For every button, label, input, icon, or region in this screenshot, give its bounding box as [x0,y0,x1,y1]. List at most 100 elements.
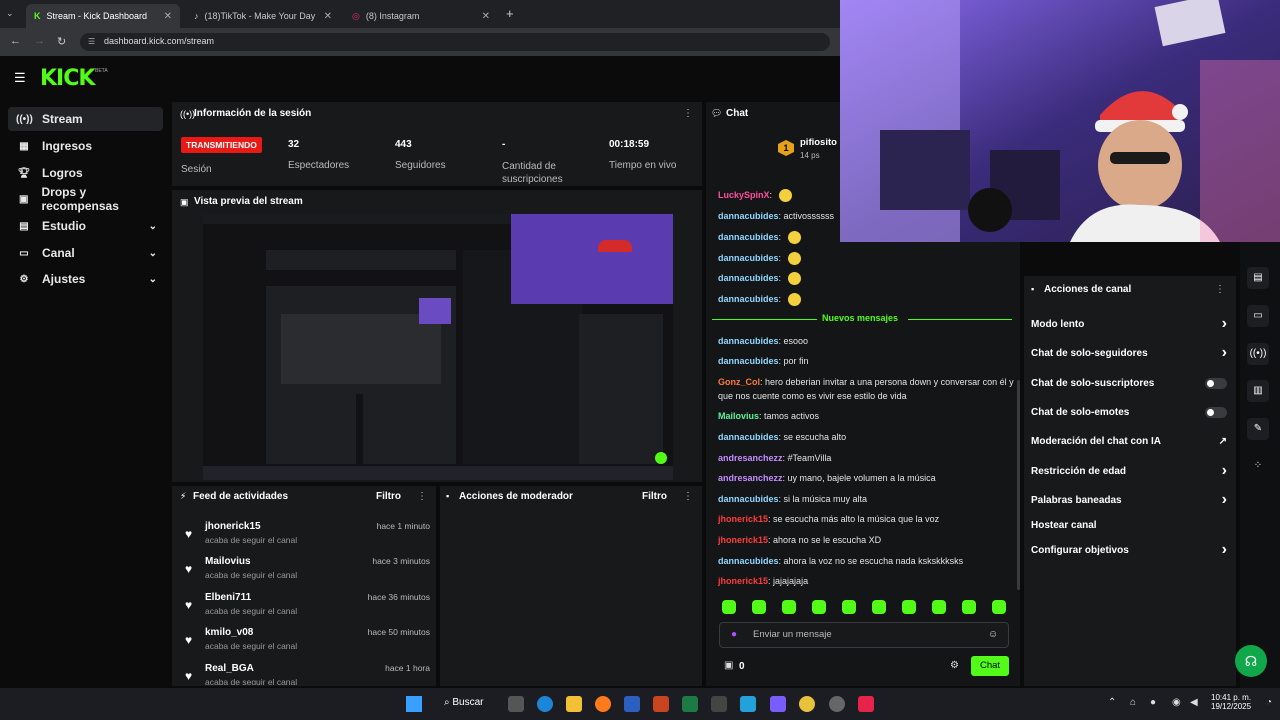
emote-icon[interactable] [812,600,826,614]
channel-action-item[interactable]: Modo lento › [1031,315,1227,337]
toggle-switch[interactable] [1205,378,1227,389]
word-icon[interactable] [624,696,640,712]
chat-username[interactable]: dannacubides [718,232,779,242]
site-info-icon[interactable]: ☰ [88,37,95,46]
emote-icon[interactable] [992,600,1006,614]
layout-icon[interactable]: ▥ [1247,380,1269,402]
chat-message-input[interactable]: Enviar un mensaje [719,622,1009,648]
microphone-icon[interactable]: ● [1150,697,1156,708]
close-icon[interactable]: ✕ [482,11,490,22]
chat-username[interactable]: Gonz_Col [718,377,760,387]
chat-username[interactable]: Mailovius [718,411,759,421]
close-icon[interactable]: ✕ [324,11,332,22]
toggle-switch[interactable] [1205,407,1227,418]
chat-username[interactable]: dannacubides [718,253,779,263]
tiktok-icon[interactable] [858,696,874,712]
chat-username[interactable]: dannacubides [718,336,779,346]
top-user-name[interactable]: pifiosito [800,137,837,148]
volume-icon[interactable]: ◀ [1190,697,1198,708]
channel-action-item[interactable]: Chat de solo-suscriptores [1031,378,1227,396]
more-options-icon[interactable]: ⋮ [1215,284,1225,295]
feed-filter-button[interactable]: Filtro [376,491,401,502]
close-icon[interactable]: ✕ [164,11,172,22]
chat-username[interactable]: LuckySpinX [718,190,770,200]
reload-icon[interactable]: ↻ [57,35,66,48]
file-explorer-icon[interactable] [566,696,582,712]
chat-settings-icon[interactable]: ⚙ [950,660,959,671]
emoji-icon[interactable]: ☺ [988,629,998,640]
emote-icon[interactable] [872,600,886,614]
app-icon[interactable] [711,696,727,712]
gift-icon[interactable]: ▣ [724,660,733,671]
drag-icon[interactable]: ⁘ [1247,455,1269,477]
microphone-icon[interactable]: ● [731,629,737,640]
chat-username[interactable]: dannacubides [718,294,779,304]
sidebar-item-stream[interactable]: ((•)) Stream [8,107,163,131]
edge-icon[interactable] [537,696,553,712]
more-options-icon[interactable]: ⋮ [417,491,427,502]
new-tab-icon[interactable]: + [506,6,514,21]
app-icon[interactable] [740,696,756,712]
channel-action-item[interactable]: Hostear canal [1031,520,1227,538]
emote-icon[interactable] [842,600,856,614]
chat-username[interactable]: dannacubides [718,211,779,221]
chat-scrollbar[interactable] [1017,380,1020,590]
channel-action-item[interactable]: Configurar objetivos › [1031,541,1227,563]
chat-icon[interactable]: ▭ [1247,305,1269,327]
channel-action-item[interactable]: Restricción de edad › [1031,462,1227,484]
moderator-filter-button[interactable]: Filtro [642,491,667,502]
chat-username[interactable]: andresanchezz [718,473,783,483]
emote-icon[interactable] [902,600,916,614]
chrome-icon[interactable] [799,696,815,712]
more-options-icon[interactable]: ⋮ [683,491,693,502]
chat-username[interactable]: jhonerick15 [718,576,768,586]
excel-icon[interactable] [682,696,698,712]
wrench-icon[interactable]: ✎ [1247,418,1269,440]
network-icon[interactable]: ⌂ [1130,697,1136,708]
chat-username[interactable]: dannacubides [718,273,779,283]
sidebar-item-canal[interactable]: ▭ Canal ⌄ [8,241,163,265]
obs-icon[interactable] [829,696,845,712]
discord-icon[interactable] [770,696,786,712]
back-icon[interactable]: ← [10,35,21,47]
channel-action-item[interactable]: Moderación del chat con IA ↗ [1031,436,1227,454]
taskbar-clock[interactable]: 10:41 p. m. 19/12/2025 [1211,693,1251,711]
chat-username[interactable]: dannacubides [718,432,779,442]
sidebar-item-drops[interactable]: ▣ Drops y recompensas [8,185,163,213]
kick-logo[interactable]: KICK [40,66,95,91]
chat-username[interactable]: jhonerick15 [718,514,768,524]
url-field[interactable]: dashboard.kick.com/stream [80,33,830,51]
sidebar-item-logros[interactable]: 🏆︎ Logros [8,161,163,185]
notifications-icon[interactable]: ◔ [1266,697,1272,708]
broadcast-icon[interactable]: ((•)) [1247,343,1269,365]
wifi-icon[interactable]: ◉ [1172,697,1181,708]
tab-list-icon[interactable]: ⌄ [6,8,14,19]
forward-icon[interactable]: → [34,35,45,47]
windows-start-icon[interactable] [406,696,422,712]
powerpoint-icon[interactable] [653,696,669,712]
task-view-icon[interactable] [508,696,524,712]
taskbar-search[interactable]: ⌕ Buscar [444,697,484,708]
emote-icon[interactable] [782,600,796,614]
notes-icon[interactable]: ▤ [1247,267,1269,289]
emote-icon[interactable] [722,600,736,614]
send-chat-button[interactable]: Chat [971,656,1009,676]
emote-icon[interactable] [932,600,946,614]
emote-icon[interactable] [752,600,766,614]
sidebar-item-ajustes[interactable]: ⚙ Ajustes ⌄ [8,267,163,291]
tray-overflow-icon[interactable]: ⌃ [1108,697,1116,708]
sidebar-item-ingresos[interactable]: ▦ Ingresos [8,134,163,158]
emote-icon[interactable] [962,600,976,614]
menu-icon[interactable]: ☰ [14,70,26,86]
tab-instagram[interactable]: ◎ (8) Instagram ✕ [344,4,498,28]
chat-username[interactable]: dannacubides [718,494,779,504]
tab-kick-dashboard[interactable]: K Stream - Kick Dashboard ✕ [26,4,180,28]
chat-username[interactable]: dannacubides [718,356,779,366]
stream-preview-video[interactable] [203,214,673,480]
tab-tiktok[interactable]: ♪ (18)TikTok - Make Your Day ✕ [186,4,340,28]
channel-action-item[interactable]: Palabras baneadas › [1031,491,1227,513]
sidebar-item-estudio[interactable]: ▤ Estudio ⌄ [8,214,163,238]
chat-username[interactable]: dannacubides [718,556,779,566]
support-icon[interactable]: ☊ [1235,645,1267,677]
firefox-icon[interactable] [595,696,611,712]
